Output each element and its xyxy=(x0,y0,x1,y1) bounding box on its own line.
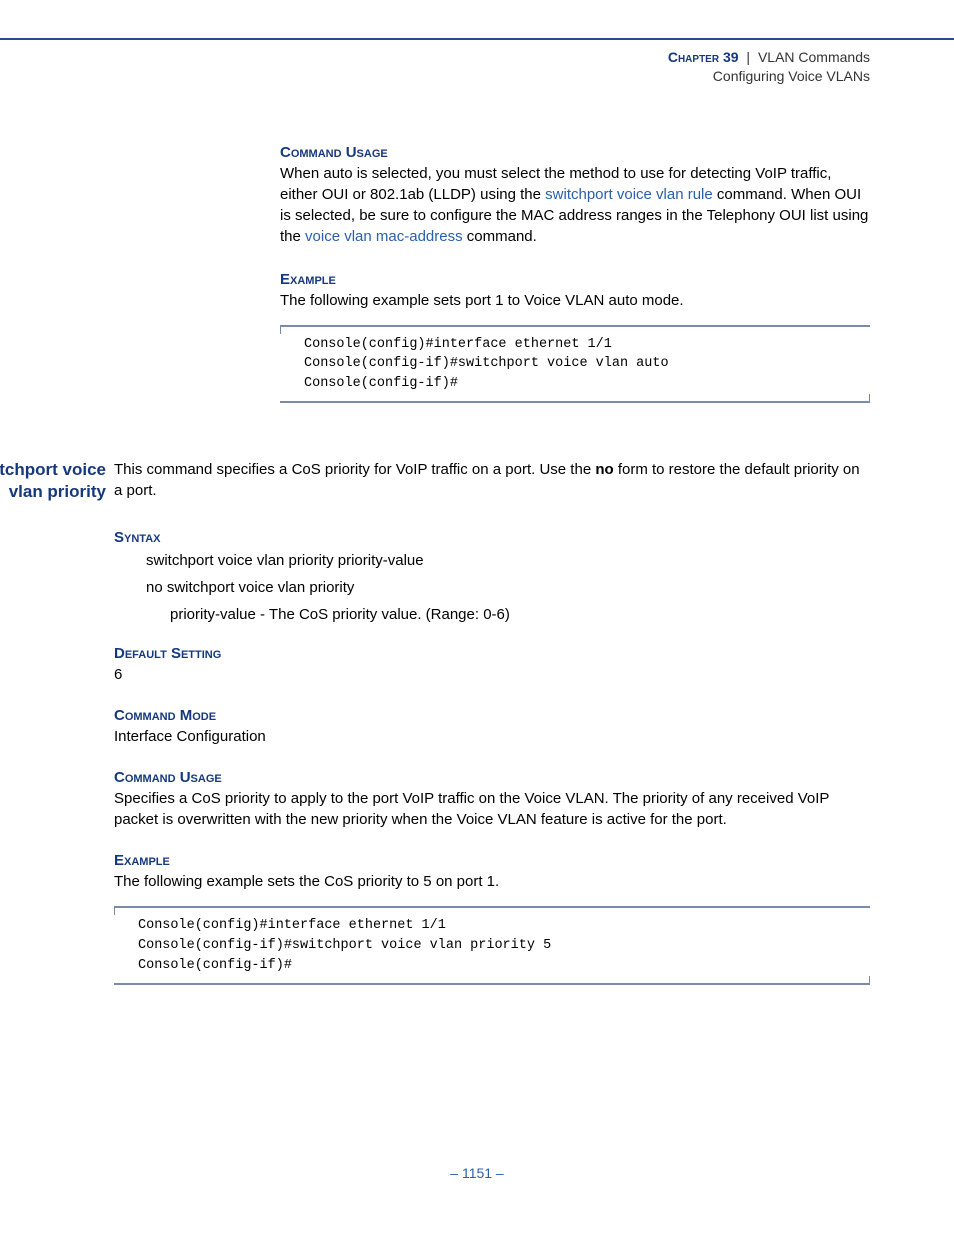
syntax-param: priority-value - The CoS priority value.… xyxy=(170,606,870,623)
command-description: This command specifies a CoS priority fo… xyxy=(114,459,870,501)
link-switchport-voice-vlan-rule[interactable]: switchport voice vlan rule xyxy=(545,186,713,203)
syntax-line-2: no switchport voice vlan priority xyxy=(146,579,870,596)
command-usage-text-2: Specifies a CoS priority to apply to the… xyxy=(114,788,870,830)
header-title: VLAN Commands xyxy=(758,49,870,65)
example-text: The following example sets port 1 to Voi… xyxy=(280,290,870,311)
command-name-label: switchport voice vlan priority xyxy=(0,459,114,502)
section-heading-syntax: Syntax xyxy=(114,529,870,546)
command-mode-value: Interface Configuration xyxy=(114,726,870,747)
code-block-example-1: Console(config)#interface ethernet 1/1 C… xyxy=(280,325,870,404)
code-block-example-2: Console(config)#interface ethernet 1/1 C… xyxy=(114,906,870,985)
section-heading-command-usage: Command Usage xyxy=(280,144,870,161)
page-content: Command Usage When auto is selected, you… xyxy=(114,144,870,985)
section-heading-example-2: Example xyxy=(114,852,870,869)
page-header: Chapter 39 | VLAN Commands Configuring V… xyxy=(0,40,954,86)
command-usage-text: When auto is selected, you must select t… xyxy=(280,163,870,247)
section-heading-example: Example xyxy=(280,271,870,288)
link-voice-vlan-mac-address[interactable]: voice vlan mac-address xyxy=(305,228,463,245)
header-chapter: Chapter 39 xyxy=(668,49,739,65)
section-heading-command-usage-2: Command Usage xyxy=(114,769,870,786)
syntax-line-1: switchport voice vlan priority priority-… xyxy=(146,552,870,569)
page-number: – 1151 – xyxy=(0,1165,954,1211)
header-subtitle: Configuring Voice VLANs xyxy=(0,67,870,86)
section-heading-command-mode: Command Mode xyxy=(114,707,870,724)
section-heading-default-setting: Default Setting xyxy=(114,645,870,662)
command-section: switchport voice vlan priority This comm… xyxy=(114,459,870,985)
header-separator: | xyxy=(746,49,750,65)
default-setting-value: 6 xyxy=(114,664,870,685)
example-text-2: The following example sets the CoS prior… xyxy=(114,871,870,892)
